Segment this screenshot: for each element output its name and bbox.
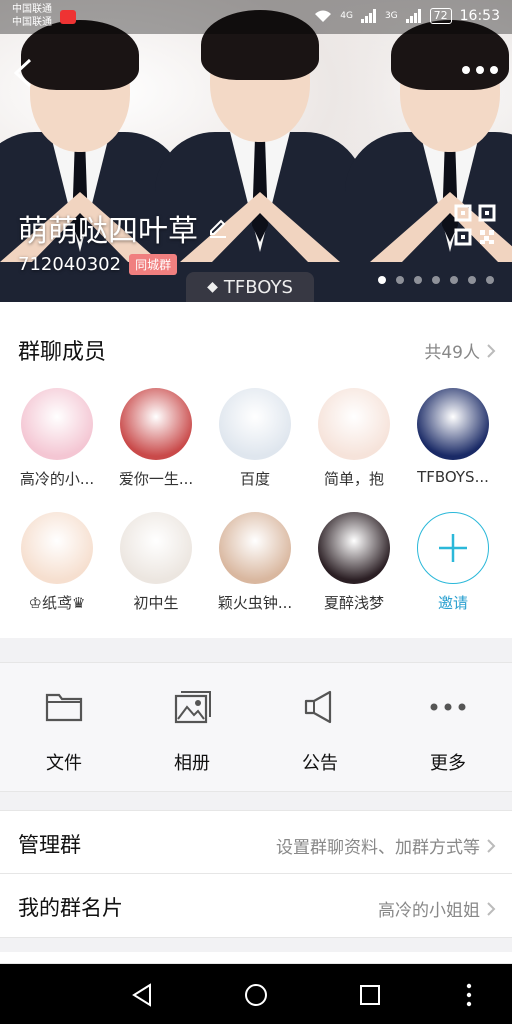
member-avatar: [417, 388, 489, 460]
my-group-card-title: 我的群名片: [18, 896, 123, 920]
nav-back-icon[interactable]: [130, 982, 156, 1008]
member-avatar: [21, 388, 93, 460]
network-type-3g: 3G: [384, 11, 398, 21]
plus-icon: [439, 534, 467, 562]
member-name: TFBOYS...: [417, 468, 489, 486]
qr-code-icon[interactable]: [454, 204, 496, 246]
clock: 16:53: [459, 8, 500, 24]
chevron-right-icon: [487, 838, 496, 853]
invite-circle: [417, 512, 489, 584]
watermark-text: TFBOYS: [223, 276, 293, 298]
edit-icon[interactable]: [208, 218, 228, 238]
member-item[interactable]: 简单，抱: [305, 388, 403, 489]
battery-icon: 72: [429, 8, 452, 24]
announcement-button[interactable]: 公告: [270, 663, 370, 791]
member-avatar: [318, 512, 390, 584]
page-dot: [414, 276, 422, 284]
page-dot: [468, 276, 476, 284]
cover-person-center: [150, 10, 370, 302]
member-avatar: [318, 388, 390, 460]
folder-icon: [45, 693, 83, 722]
page-dot: [432, 276, 440, 284]
system-nav-bar: [0, 964, 512, 1024]
members-title: 群聊成员: [18, 340, 107, 365]
member-item[interactable]: 高冷的小...: [8, 388, 106, 489]
invite-label: 邀请: [437, 594, 468, 612]
tfboys-watermark: ◆ TFBOYS: [186, 272, 314, 302]
files-label: 文件: [46, 753, 82, 774]
group-name-text: 萌萌哒四叶草: [18, 214, 198, 249]
manage-group-desc: 设置群聊资料、加群方式等: [276, 838, 480, 858]
member-name: 夏醉浅梦: [323, 594, 384, 612]
group-cover-photo[interactable]: 中国联通 中国联通 4G 3G 72 16:53 萌萌哒四叶草 71204030…: [0, 0, 512, 302]
member-avatar: [219, 512, 291, 584]
page-indicator: [378, 276, 494, 284]
carrier-label: 中国联通 中国联通: [12, 4, 52, 28]
member-item[interactable]: 初中生: [107, 512, 205, 613]
nav-home-icon[interactable]: [243, 982, 269, 1008]
notification-app-icon: [60, 10, 76, 24]
chevron-right-icon: [487, 343, 496, 358]
member-name: ♔纸鸢♛: [28, 594, 86, 612]
album-button[interactable]: 相册: [142, 663, 242, 791]
invite-button[interactable]: 邀请: [404, 512, 502, 613]
member-avatar: [120, 512, 192, 584]
more-label: 更多: [430, 753, 466, 774]
more-dots-icon: [430, 703, 466, 711]
nav-menu-icon[interactable]: [456, 982, 482, 1008]
city-group-badge: 同城群: [129, 254, 178, 275]
megaphone-icon: [304, 690, 332, 724]
status-bar: 中国联通 中国联通 4G 3G 72 16:53: [0, 0, 512, 34]
announcement-label: 公告: [302, 753, 338, 774]
next-row-partial: [0, 952, 512, 964]
members-count-link[interactable]: 共49人: [424, 338, 496, 363]
member-item[interactable]: ♔纸鸢♛: [8, 512, 106, 613]
more-options-button[interactable]: [462, 64, 498, 76]
page-dot: [486, 276, 494, 284]
member-name: 爱你一生...: [118, 470, 194, 488]
manage-group-row[interactable]: 管理群 设置群聊资料、加群方式等: [0, 810, 512, 874]
back-arrow-icon[interactable]: [10, 56, 36, 90]
signal-icon: [360, 9, 376, 23]
network-type-4g: 4G: [340, 11, 353, 21]
member-item[interactable]: 颖火虫钟...: [206, 512, 304, 613]
chevron-right-icon: [487, 901, 496, 916]
my-group-card-row[interactable]: 我的群名片 高冷的小姐姐: [0, 874, 512, 938]
group-id-row: 712040302 同城群: [18, 254, 178, 275]
member-avatar: [21, 512, 93, 584]
member-name: 颖火虫钟...: [217, 594, 293, 612]
tag-icon: ◆: [207, 279, 218, 295]
member-name: 初中生: [133, 594, 179, 612]
album-label: 相册: [174, 753, 210, 774]
member-name: 简单，抱: [323, 470, 384, 488]
my-group-card-value: 高冷的小姐姐: [378, 896, 496, 921]
my-group-card-nickname: 高冷的小姐姐: [378, 901, 480, 921]
more-button[interactable]: 更多: [398, 663, 498, 791]
member-avatar: [219, 388, 291, 460]
group-actions-bar: 文件 相册 公告 更多: [0, 662, 512, 792]
group-id: 712040302: [18, 254, 122, 275]
page-dot: [378, 276, 386, 284]
signal-icon-2: [405, 9, 421, 23]
member-avatar: [120, 388, 192, 460]
group-name: 萌萌哒四叶草: [18, 206, 228, 250]
member-item[interactable]: 爱你一生...: [107, 388, 205, 489]
wifi-icon: [315, 10, 332, 22]
member-name: 高冷的小...: [19, 470, 95, 488]
member-item[interactable]: 百度: [206, 388, 304, 489]
manage-group-value: 设置群聊资料、加群方式等: [276, 833, 496, 858]
files-button[interactable]: 文件: [14, 663, 114, 791]
nav-recents-icon[interactable]: [357, 982, 383, 1008]
group-members-section: 群聊成员 共49人 高冷的小... 爱你一生... 百度 简单，抱 TFBOYS... ♔…: [0, 302, 512, 638]
member-item[interactable]: TFBOYS...: [404, 388, 502, 486]
member-item[interactable]: 夏醉浅梦: [305, 512, 403, 613]
photo-album-icon: [174, 691, 211, 724]
members-count: 共49人: [424, 343, 480, 363]
page-dot: [396, 276, 404, 284]
member-name: 百度: [239, 470, 270, 488]
page-dot: [450, 276, 458, 284]
manage-group-title: 管理群: [18, 833, 81, 857]
